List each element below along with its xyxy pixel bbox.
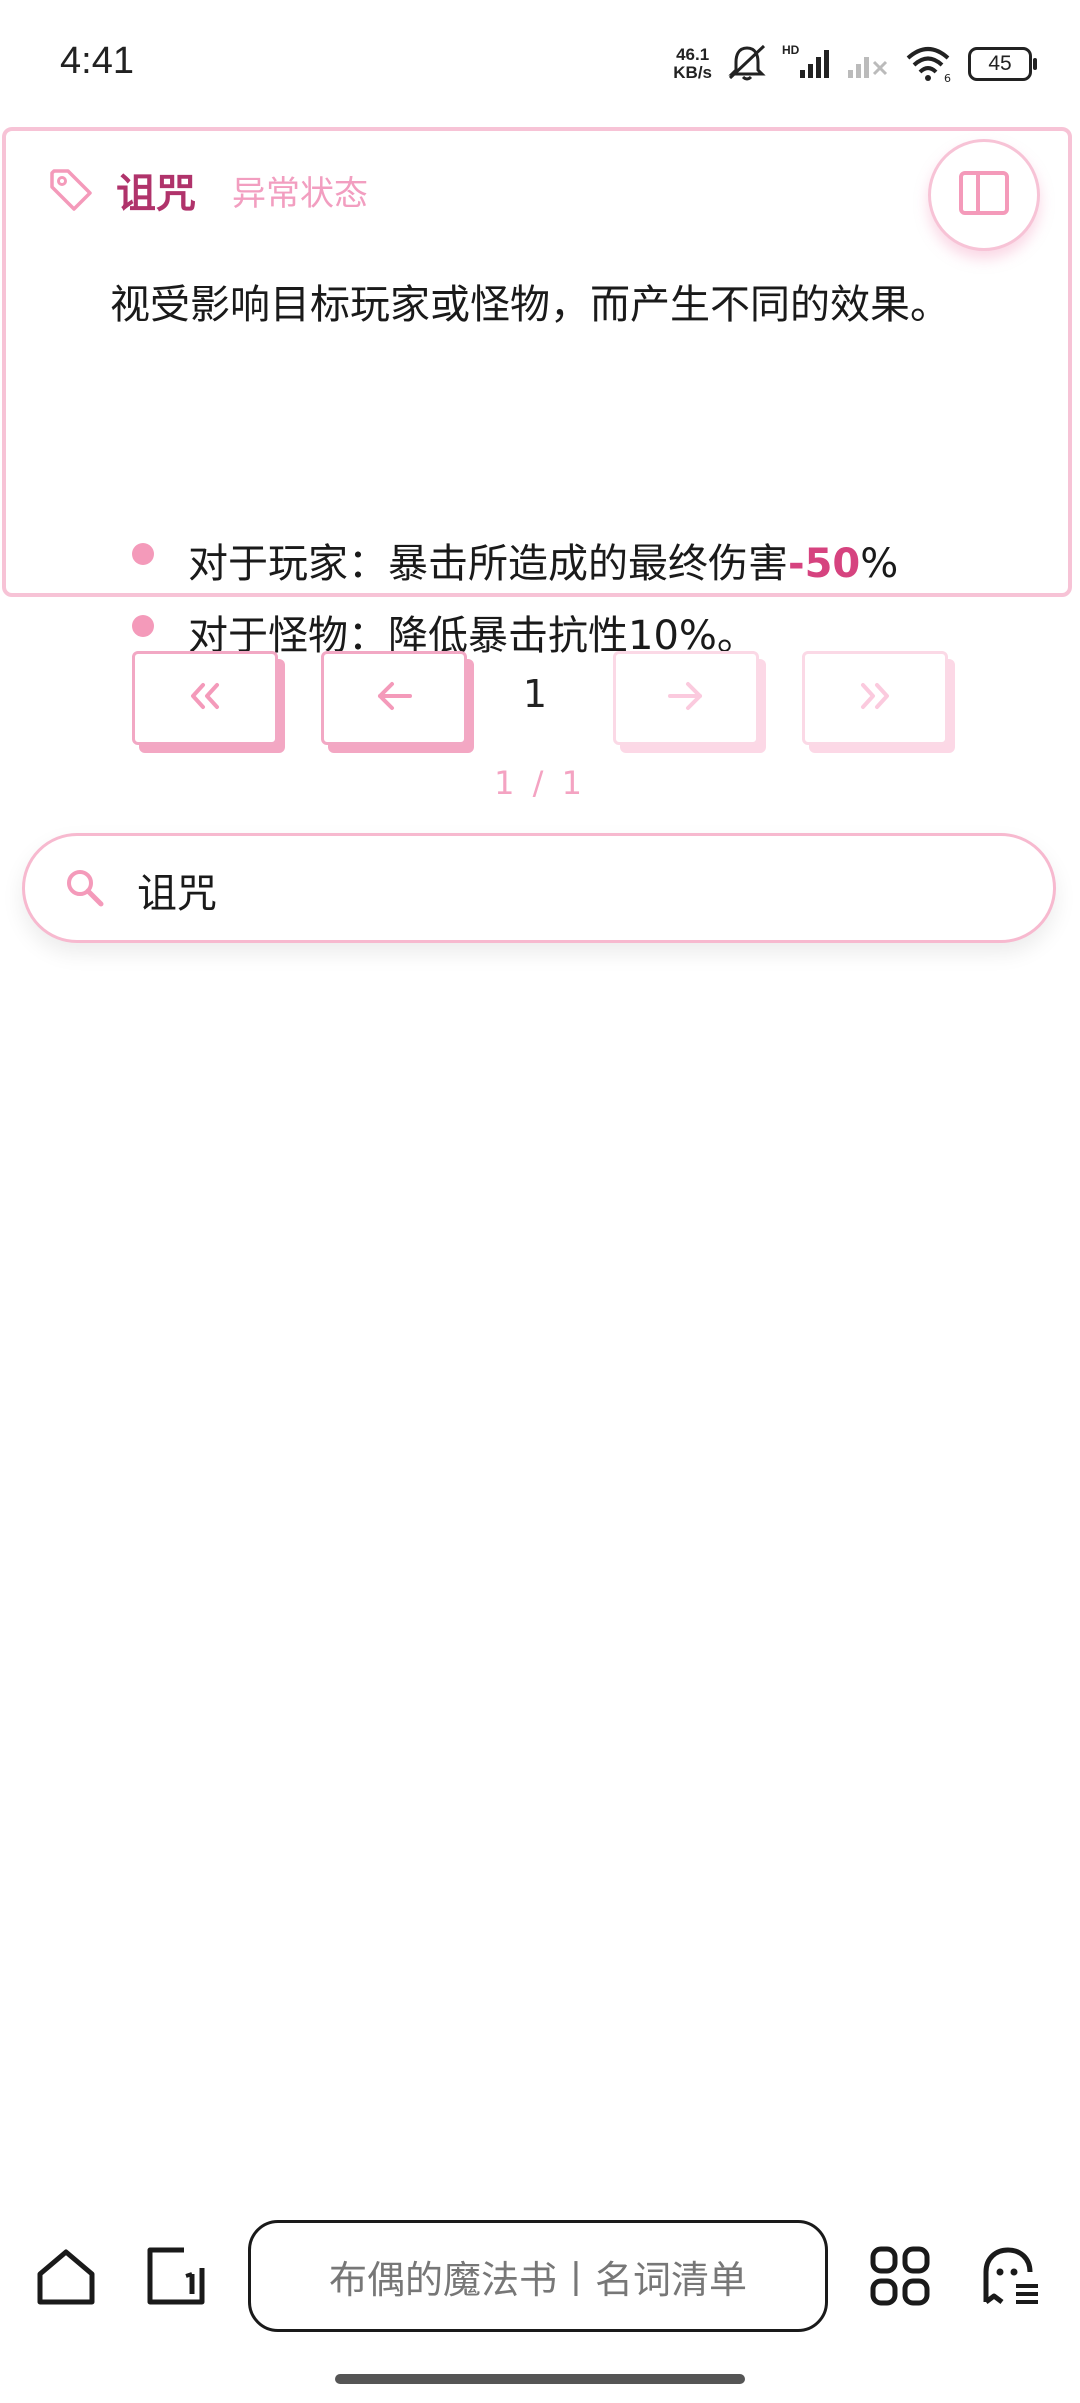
term-title: 诅咒 [116,171,196,217]
status-time: 4:41 [60,40,134,82]
wifi-icon: 6 [904,42,954,86]
prev-page-button[interactable] [321,651,467,745]
sidebar-panel-icon [958,170,1010,220]
tabs-icon[interactable] [144,2244,208,2312]
current-page: 1 [522,672,548,716]
card-header: 诅咒 异常状态 [48,161,368,219]
ghost-menu-icon[interactable] [978,2244,1042,2312]
svg-text:6: 6 [944,72,951,82]
double-chevron-right-icon [855,679,895,717]
bullet-dot [132,615,154,637]
address-bar[interactable]: 布偶的魔法书丨名词清单 [248,2220,828,2332]
arrow-right-icon [666,679,706,717]
bullet-dot [132,543,154,565]
page-info: 1 / 1 [494,764,586,802]
last-page-button[interactable] [802,651,948,745]
double-chevron-left-icon [185,679,225,717]
status-icons: 46.1 KB/s HD 6 45 [673,42,1037,86]
sidebar-toggle-button[interactable] [928,139,1040,251]
next-page-button[interactable] [613,651,759,745]
search-input[interactable] [135,854,1019,926]
home-indicator[interactable] [335,2374,745,2384]
search-icon [63,866,107,914]
apps-grid-icon[interactable] [868,2244,932,2312]
network-speed: 46.1 KB/s [673,45,712,82]
home-icon[interactable] [34,2244,98,2312]
damage-value: -50 [788,541,861,587]
status-bar: 4:41 46.1 KB/s HD 6 45 [0,0,1080,120]
battery-icon: 45 [968,47,1037,81]
first-page-button[interactable] [132,651,278,745]
tag-icon [48,167,94,213]
term-card: 诅咒 异常状态 视受影响目标玩家或怪物，而产生不同的效果。 对于玩家：暴击所造成… [2,127,1072,659]
term-category[interactable]: 异常状态 [232,166,368,215]
hd-signal-icon: HD [782,42,832,86]
arrow-left-icon [374,679,414,717]
mute-bell-icon [726,42,768,86]
term-description: 视受影响目标玩家或怪物，而产生不同的效果。 [110,282,950,328]
svg-text:HD: HD [782,43,800,57]
no-signal-icon [846,42,890,86]
search-bar[interactable] [22,833,1056,943]
